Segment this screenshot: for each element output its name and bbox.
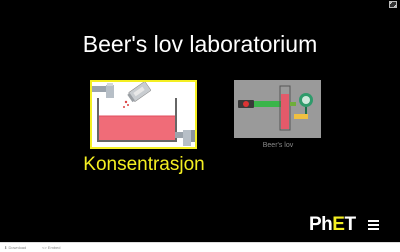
phet-logo[interactable]: PhET: [309, 214, 356, 236]
cuvette: [279, 85, 291, 131]
beers-law-thumbnail: [234, 80, 321, 138]
faucet-icon: [92, 83, 114, 98]
menu-icon[interactable]: [368, 219, 379, 230]
beers-law-label: Beer's lov: [262, 142, 294, 149]
beaker: [97, 98, 177, 142]
detector-icon: [294, 93, 313, 119]
fullscreen-button[interactable]: [389, 1, 397, 8]
download-link[interactable]: ⬇ Download: [4, 243, 26, 252]
laser-icon: [238, 100, 254, 108]
top-bar: [0, 0, 400, 10]
screen-button-concentration[interactable]: Konsentrasjon: [50, 80, 230, 180]
concentration-thumbnail: [90, 80, 197, 149]
shaker-icon: [127, 82, 151, 103]
screen-button-beers-law[interactable]: Beer's lov: [230, 80, 326, 160]
fullscreen-icon: [390, 2, 396, 7]
footer-bar: ⬇ Download <> Embed: [0, 242, 400, 252]
embed-link[interactable]: <> Embed: [42, 243, 60, 252]
concentration-label: Konsentrasjon: [83, 154, 205, 175]
drain-faucet-icon: [175, 130, 195, 146]
page-title: Beer's lov laboratorium: [82, 31, 318, 57]
